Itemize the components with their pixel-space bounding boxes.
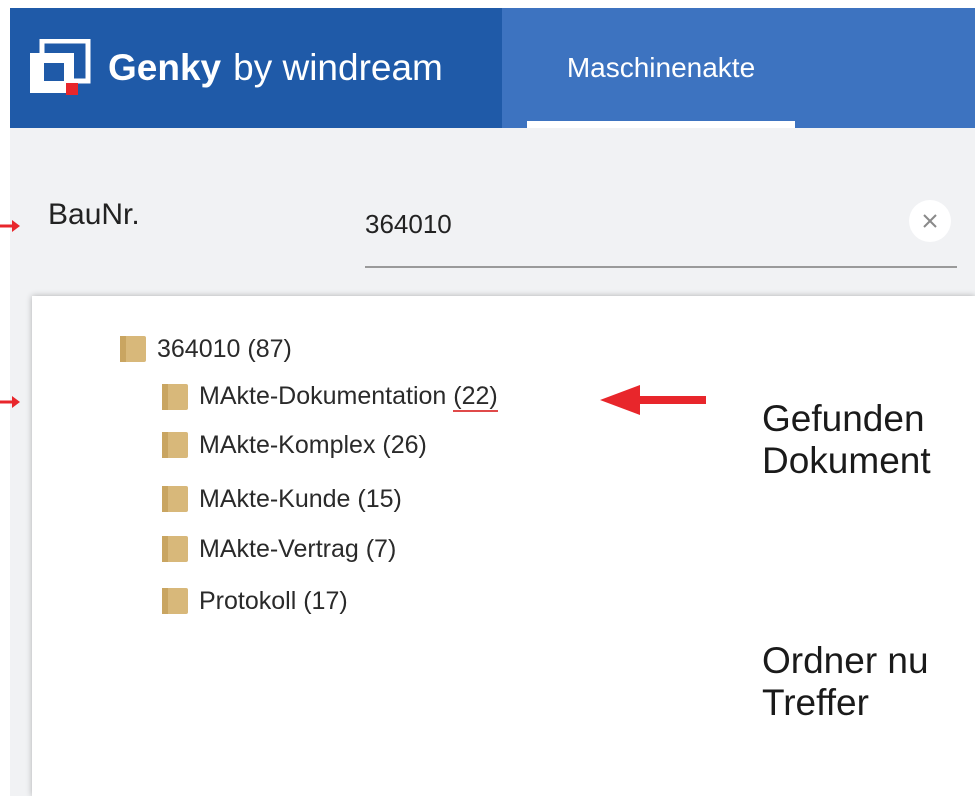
tree-node-makte-komplex[interactable]: MAkte-Komplex (26) bbox=[160, 428, 427, 462]
edge-arrow-icon bbox=[0, 396, 20, 408]
highlighted-count: (22) bbox=[453, 382, 498, 412]
tree-node-makte-dokumentation[interactable]: MAkte-Dokumentation (22) bbox=[160, 380, 498, 414]
tree-root-node[interactable]: 364010 (87) bbox=[118, 332, 292, 366]
app-header: Genky by windream Maschinenakte bbox=[10, 8, 975, 128]
tree-node-label: MAkte-Komplex (26) bbox=[199, 430, 427, 459]
annotation-found: Gefunden Dokument bbox=[762, 398, 931, 481]
edge-arrow-icon bbox=[0, 220, 20, 232]
active-tab-indicator bbox=[527, 121, 795, 128]
folder-icon bbox=[160, 430, 190, 460]
brand-area: Genky by windream bbox=[10, 8, 502, 128]
tree-node-label: Protokoll (17) bbox=[199, 586, 348, 615]
tree-node-protokoll[interactable]: Protokoll (17) bbox=[160, 584, 348, 618]
tree-node-label: 364010 (87) bbox=[157, 334, 292, 363]
tab-bar: Maschinenakte bbox=[502, 8, 975, 128]
folder-icon bbox=[160, 484, 190, 514]
folder-icon bbox=[118, 334, 148, 364]
brand-name: Genky bbox=[108, 47, 222, 88]
windream-logo-icon bbox=[28, 38, 94, 97]
folder-icon bbox=[160, 586, 190, 616]
folder-icon bbox=[160, 382, 190, 412]
tree-node-label: MAkte-Kunde (15) bbox=[199, 484, 402, 513]
tree-node-label: MAkte-Vertrag (7) bbox=[199, 534, 397, 563]
brand-suffix: by windream bbox=[233, 47, 443, 88]
tab-maschinenakte[interactable]: Maschinenakte bbox=[527, 8, 795, 128]
baunr-field[interactable]: 364010 bbox=[365, 196, 957, 268]
annotation-folders: Ordner nu Treffer bbox=[762, 640, 929, 723]
baunr-input-value[interactable]: 364010 bbox=[365, 209, 452, 240]
folder-icon bbox=[160, 534, 190, 564]
tree-node-makte-vertrag[interactable]: MAkte-Vertrag (7) bbox=[160, 532, 396, 566]
tree-node-makte-kunde[interactable]: MAkte-Kunde (15) bbox=[160, 482, 402, 516]
close-icon bbox=[923, 214, 937, 228]
baunr-label: BauNr. bbox=[48, 198, 140, 231]
pointer-arrow-icon bbox=[600, 385, 706, 415]
clear-button[interactable] bbox=[909, 200, 951, 242]
tree-node-label: MAkte-Dokumentation (22) bbox=[199, 382, 498, 412]
